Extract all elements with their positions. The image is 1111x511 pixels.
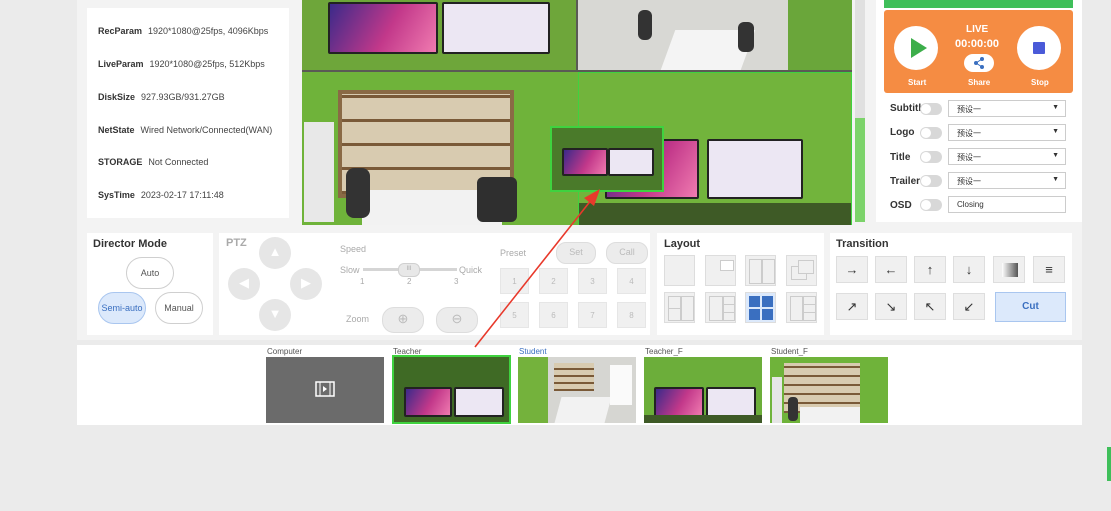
annotation-arrow bbox=[474, 189, 600, 348]
